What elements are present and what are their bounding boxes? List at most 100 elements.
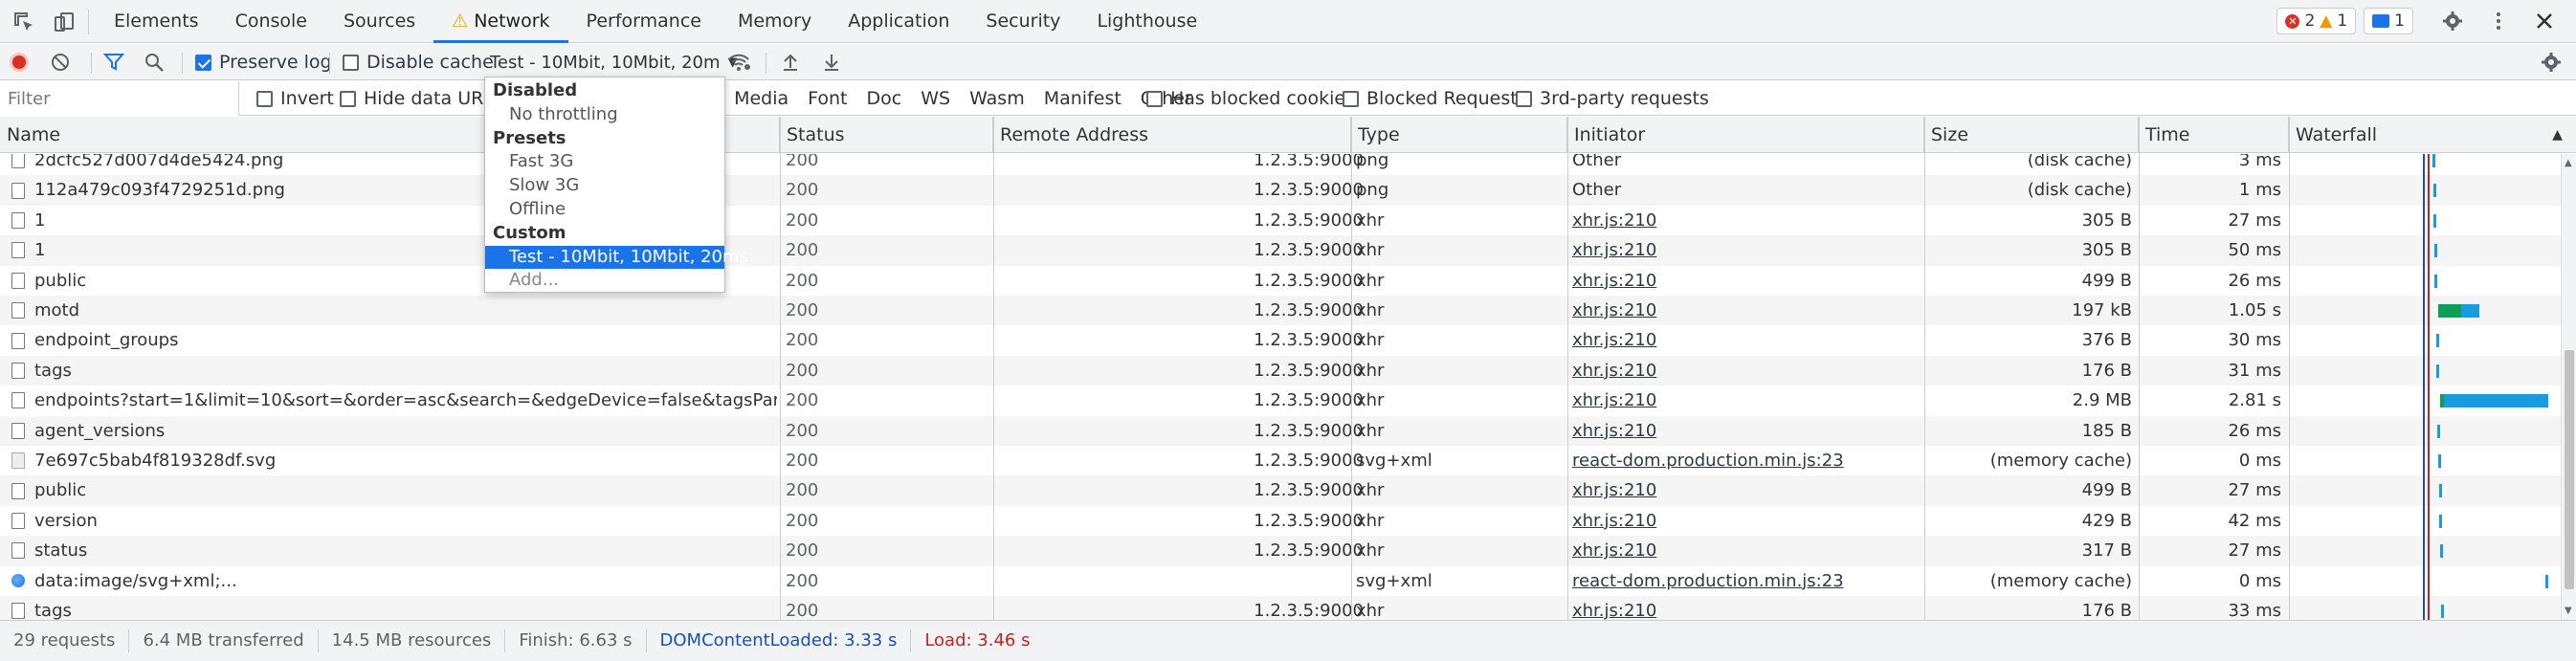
dropdown-option[interactable]: Add... (485, 269, 724, 293)
table-row[interactable]: version 200 1.2.3.5:9000 xhr xhr.js:210 429 B… (0, 506, 2561, 536)
request-name-cell[interactable]: tags (11, 596, 777, 620)
request-name-cell[interactable]: public (11, 475, 777, 505)
close-icon[interactable] (2532, 9, 2557, 33)
network-settings-button[interactable] (2540, 44, 2563, 80)
settings-gear-icon[interactable] (2440, 9, 2465, 33)
table-row[interactable]: 112a479c093f4729251d.png 200 1.2.3.5:9000 p… (0, 175, 2561, 206)
column-header-initiator[interactable]: Initiator (1567, 117, 1924, 153)
tab-performance[interactable]: Performance (568, 0, 720, 43)
dropdown-option[interactable]: Fast 3G (485, 150, 724, 174)
clear-button[interactable] (50, 44, 71, 80)
initiator-cell[interactable]: xhr.js:210 (1572, 475, 1926, 505)
tab-elements[interactable]: Elements (96, 0, 217, 43)
record-button[interactable] (10, 44, 29, 80)
tab-console[interactable]: Console (217, 0, 325, 43)
tab-network[interactable]: ⚠ Network (433, 0, 568, 43)
scrollbar-thumb[interactable] (2565, 350, 2574, 589)
type-filter-ws[interactable]: WS (921, 88, 950, 109)
disable-cache-checkbox[interactable]: Disable cache (343, 44, 494, 80)
initiator-cell[interactable]: xhr.js:210 (1572, 235, 1926, 265)
table-row[interactable]: public 200 1.2.3.5:9000 xhr xhr.js:210 499 B 2… (0, 475, 2561, 506)
initiator-cell[interactable]: xhr.js:210 (1572, 325, 1926, 355)
column-header-size[interactable]: Size (1924, 117, 2139, 153)
initiator-cell[interactable]: xhr.js:210 (1572, 536, 1926, 565)
dropdown-option[interactable]: Slow 3G (485, 174, 724, 198)
table-row[interactable]: data:image/svg+xml;... 200 svg+xml react-do… (0, 566, 2561, 596)
initiator-cell[interactable]: xhr.js:210 (1572, 506, 1926, 536)
tab-sources[interactable]: Sources (325, 0, 433, 43)
dropdown-option[interactable]: No throttling (485, 103, 724, 127)
initiator-cell[interactable]: xhr.js:210 (1572, 296, 1926, 325)
file-icon (11, 154, 25, 169)
request-name-cell[interactable]: motd (11, 296, 777, 325)
type-filter-font[interactable]: Font (808, 88, 847, 109)
dropdown-option[interactable]: Test - 10Mbit, 10Mbit, 20ms (485, 245, 748, 270)
filter-input[interactable] (0, 81, 239, 116)
blocked-requests-checkbox[interactable]: Blocked Requests (1343, 81, 1527, 116)
messages-counter[interactable]: 1 (2364, 8, 2413, 34)
table-row[interactable]: tags 200 1.2.3.5:9000 xhr xhr.js:210 176 B 31 … (0, 355, 2561, 386)
network-conditions-button[interactable] (727, 44, 752, 80)
initiator-cell[interactable]: xhr.js:210 (1572, 206, 1926, 235)
search-button[interactable] (144, 44, 165, 80)
table-row[interactable]: 1 200 1.2.3.5:9000 xhr xhr.js:210 305 B 50 ms (0, 235, 2561, 266)
search-icon (145, 54, 164, 72)
issues-counter[interactable]: ✕ 2 ▲ 1 (2276, 8, 2357, 34)
table-row[interactable]: 1 200 1.2.3.5:9000 xhr xhr.js:210 305 B 27 ms (0, 206, 2561, 235)
table-row[interactable]: tags 200 1.2.3.5:9000 xhr xhr.js:210 176 B 33 … (0, 596, 2561, 620)
column-header-waterfall[interactable]: Waterfall ▲ (2289, 117, 2576, 153)
request-name-cell[interactable]: version (11, 506, 777, 536)
request-name-cell[interactable]: endpoints?start=1&limit=10&sort=&order=a… (11, 386, 777, 415)
type-filter-manifest[interactable]: Manifest (1044, 88, 1121, 109)
request-name-cell[interactable]: tags (11, 356, 777, 386)
status-cell: 200 (786, 390, 819, 411)
table-row[interactable]: public 200 1.2.3.5:9000 xhr xhr.js:210 499 B 2… (0, 266, 2561, 296)
dropdown-option[interactable]: Offline (485, 198, 724, 222)
table-row[interactable]: 2dcfc527d007d4de5424.png 200 1.2.3.5:9000 p… (0, 154, 2561, 175)
has-blocked-cookies-checkbox[interactable]: Has blocked cookies (1146, 81, 1355, 116)
type-filter-doc[interactable]: Doc (867, 88, 902, 109)
third-party-checkbox[interactable]: 3rd-party requests (1516, 81, 1709, 116)
table-row[interactable]: endpoint_groups 200 1.2.3.5:9000 xhr xhr.js:… (0, 325, 2561, 355)
device-toolbar-icon[interactable] (52, 10, 77, 34)
initiator-cell[interactable]: xhr.js:210 (1572, 386, 1926, 415)
request-name-cell[interactable]: endpoint_groups (11, 325, 777, 355)
table-row[interactable]: endpoints?start=1&limit=10&sort=&order=a… (0, 386, 2561, 415)
initiator-cell[interactable]: xhr.js:210 (1572, 416, 1926, 446)
invert-checkbox[interactable]: Invert (256, 81, 334, 116)
more-options-icon[interactable] (2486, 9, 2511, 33)
throttling-select[interactable]: Test - 10Mbit, 10Mbit, 20m ▼ (490, 44, 738, 80)
hide-data-urls-checkbox[interactable]: Hide data URLs (340, 81, 503, 116)
export-har-button[interactable] (821, 44, 842, 80)
tab-security[interactable]: Security (967, 0, 1078, 43)
initiator-cell[interactable]: xhr.js:210 (1572, 596, 1926, 620)
type-filter-wasm[interactable]: Wasm (969, 88, 1025, 109)
inspect-element-icon[interactable] (11, 10, 36, 34)
table-row[interactable]: status 200 1.2.3.5:9000 xhr xhr.js:210 317 B 2… (0, 536, 2561, 566)
request-name-cell[interactable]: status (11, 536, 777, 565)
tab-label: Performance (586, 11, 701, 32)
gear-icon (2542, 53, 2561, 72)
import-har-button[interactable] (780, 44, 801, 80)
table-row[interactable]: motd 200 1.2.3.5:9000 xhr xhr.js:210 197 kB 1.… (0, 296, 2561, 326)
column-header-status[interactable]: Status (780, 117, 993, 153)
tab-application[interactable]: Application (830, 0, 967, 43)
table-row[interactable]: 7e697c5bab4f819328df.svg 200 1.2.3.5:9000 s… (0, 446, 2561, 475)
initiator-cell[interactable]: react-dom.production.min.js:23 (1572, 566, 1926, 596)
request-name-cell[interactable]: data:image/svg+xml;... (11, 566, 777, 596)
column-header-time[interactable]: Time (2139, 117, 2289, 153)
tab-memory[interactable]: Memory (720, 0, 830, 43)
type-filter-media[interactable]: Media (734, 88, 788, 109)
tab-lighthouse[interactable]: Lighthouse (1078, 0, 1215, 43)
table-scrollbar[interactable]: ▲ ▼ (2561, 154, 2576, 620)
initiator-cell[interactable]: react-dom.production.min.js:23 (1572, 446, 1926, 475)
column-header-type[interactable]: Type (1351, 117, 1567, 153)
preserve-log-checkbox[interactable]: Preserve log (195, 44, 332, 80)
request-name-cell[interactable]: agent_versions (11, 416, 777, 446)
table-row[interactable]: agent_versions 200 1.2.3.5:9000 xhr xhr.js:2… (0, 415, 2561, 446)
initiator-cell[interactable]: xhr.js:210 (1572, 266, 1926, 296)
filter-toggle-button[interactable] (103, 44, 124, 80)
column-header-remote-address[interactable]: Remote Address (993, 117, 1351, 153)
request-name-cell[interactable]: 7e697c5bab4f819328df.svg (11, 446, 777, 475)
initiator-cell[interactable]: xhr.js:210 (1572, 356, 1926, 386)
